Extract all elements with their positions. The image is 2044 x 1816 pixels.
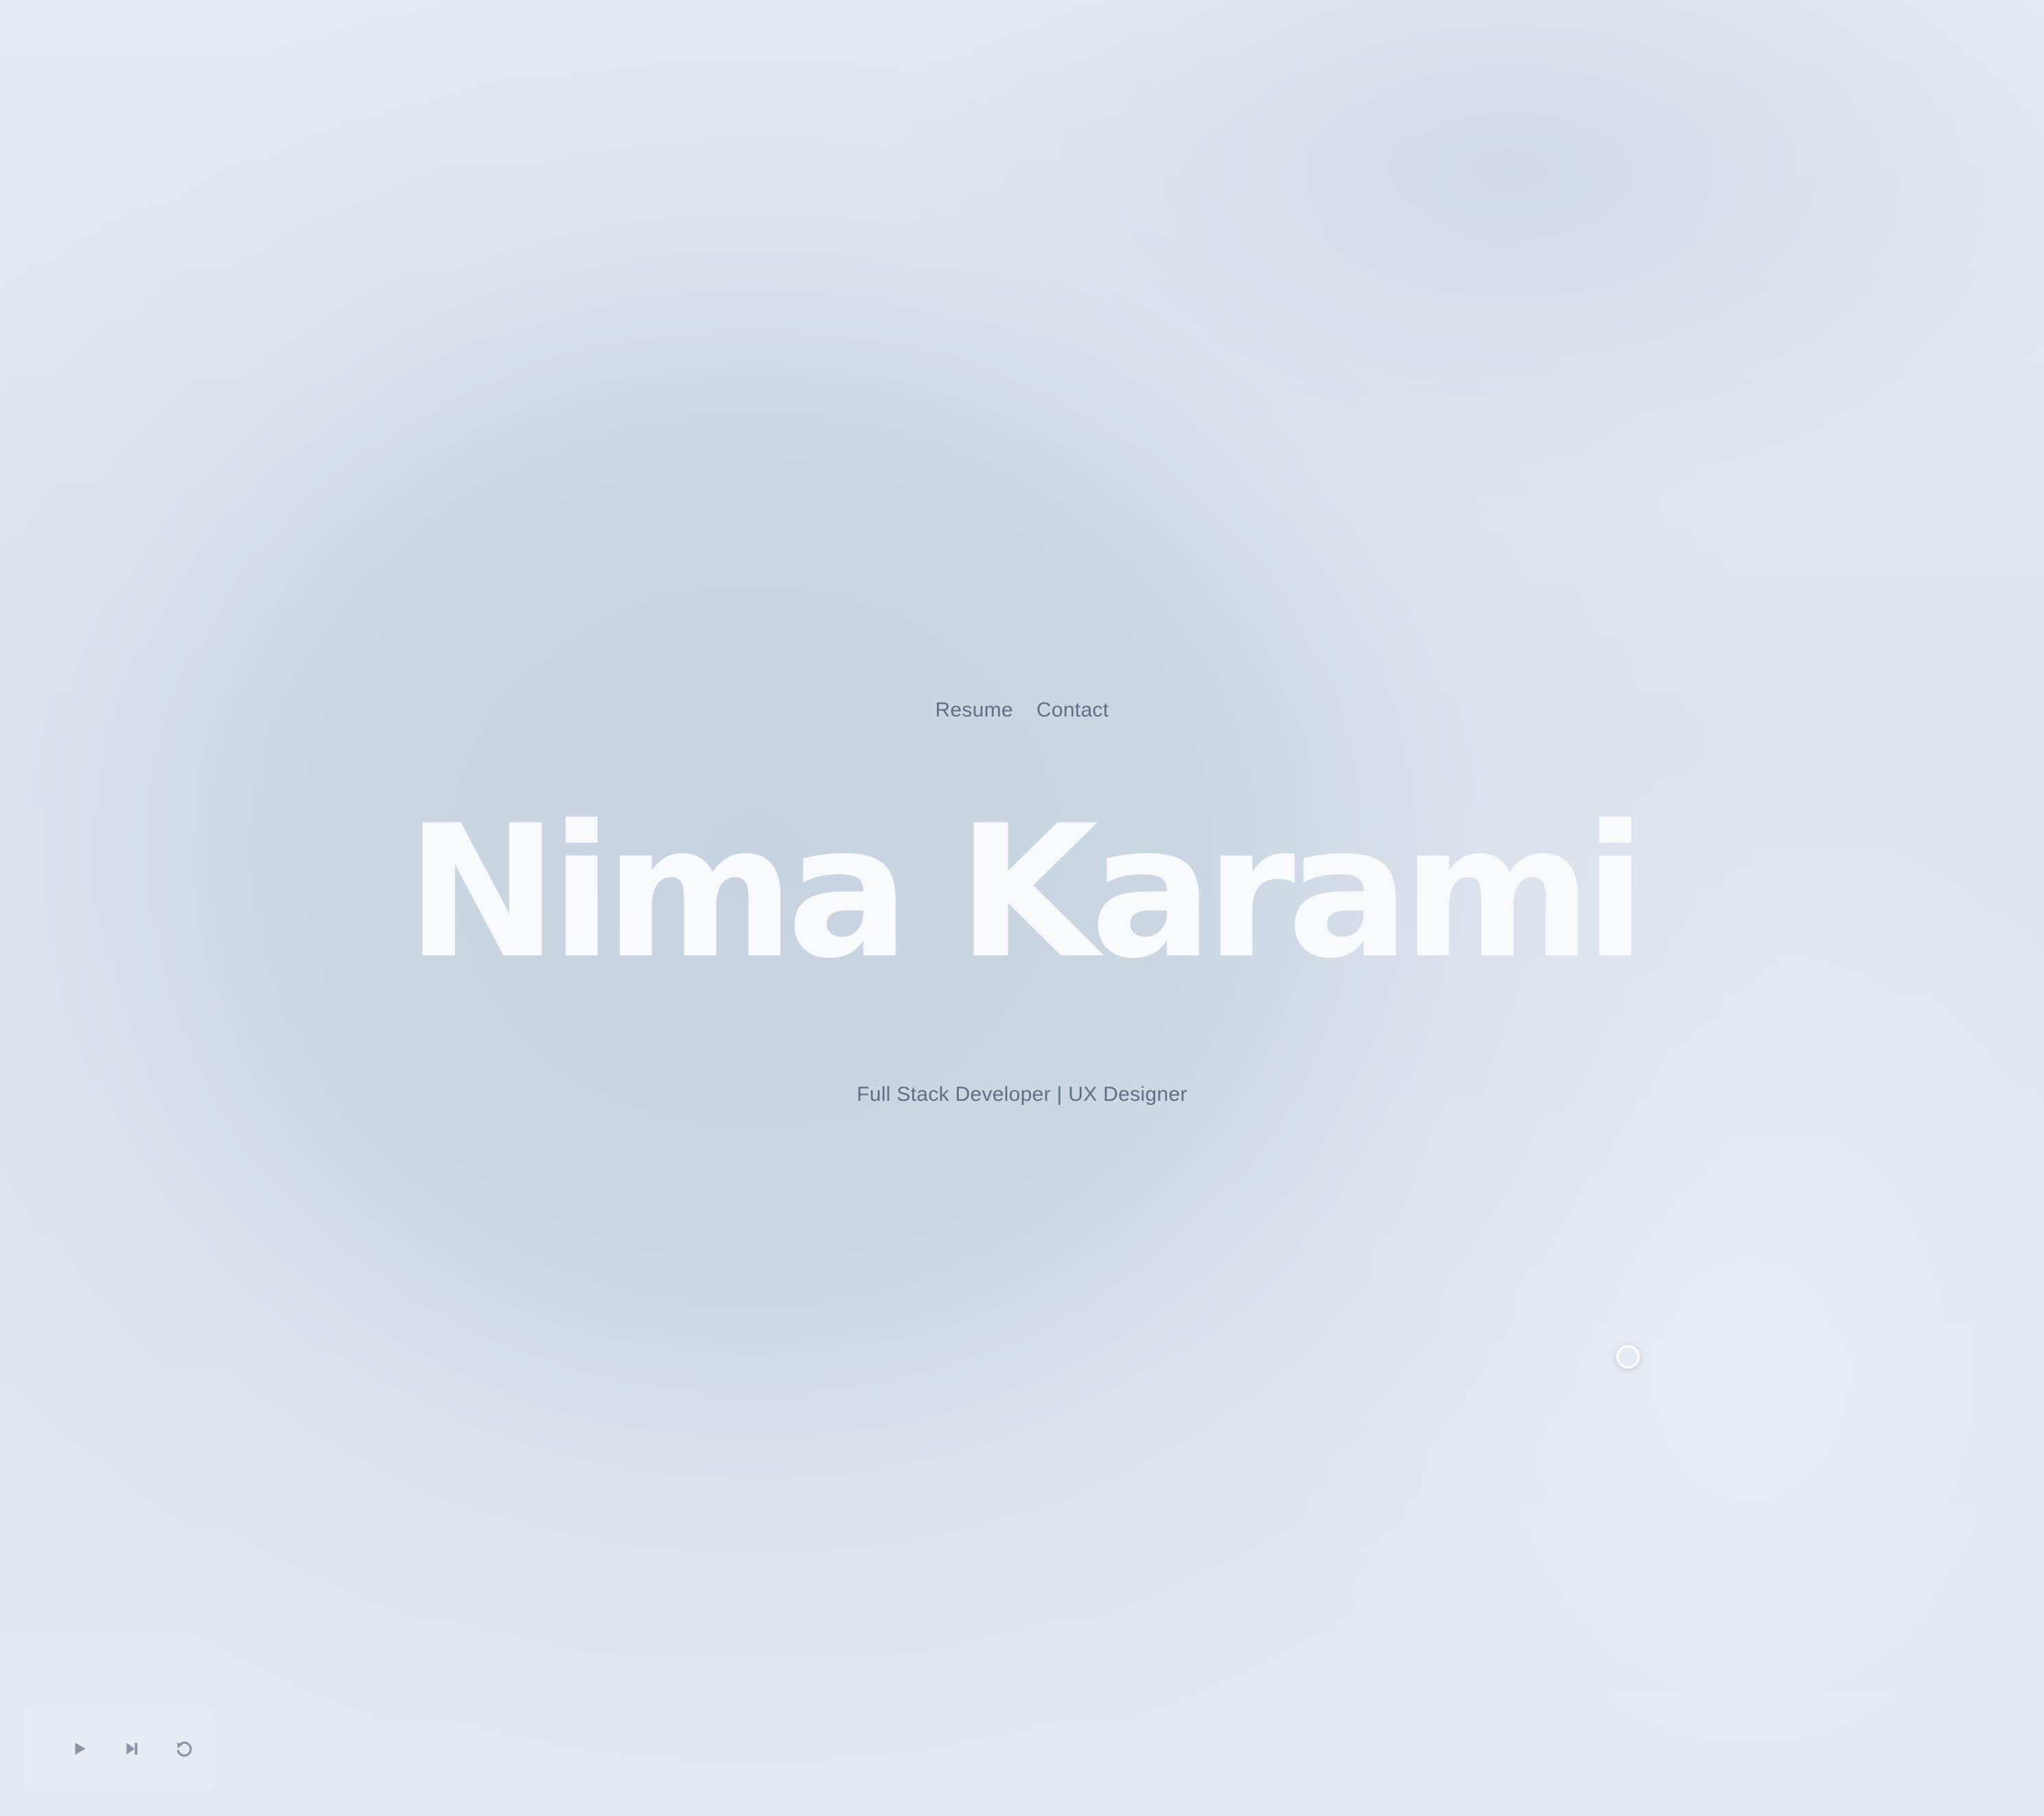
cursor-ring xyxy=(1616,1345,1640,1369)
replay-button[interactable] xyxy=(158,1723,210,1775)
hero-name: Nima Karami xyxy=(406,786,1647,999)
animation-controls xyxy=(23,1706,214,1792)
play-icon xyxy=(71,1740,89,1758)
hero-tagline: Full Stack Developer | UX Designer xyxy=(857,1083,1187,1106)
skip-next-icon xyxy=(123,1740,141,1758)
top-nav: Resume Contact xyxy=(0,699,2044,722)
nav-link-contact[interactable]: Contact xyxy=(1036,699,1109,722)
replay-icon xyxy=(174,1738,194,1759)
skip-next-button[interactable] xyxy=(106,1723,158,1775)
play-button[interactable] xyxy=(54,1723,106,1775)
nav-link-resume[interactable]: Resume xyxy=(935,699,1013,722)
